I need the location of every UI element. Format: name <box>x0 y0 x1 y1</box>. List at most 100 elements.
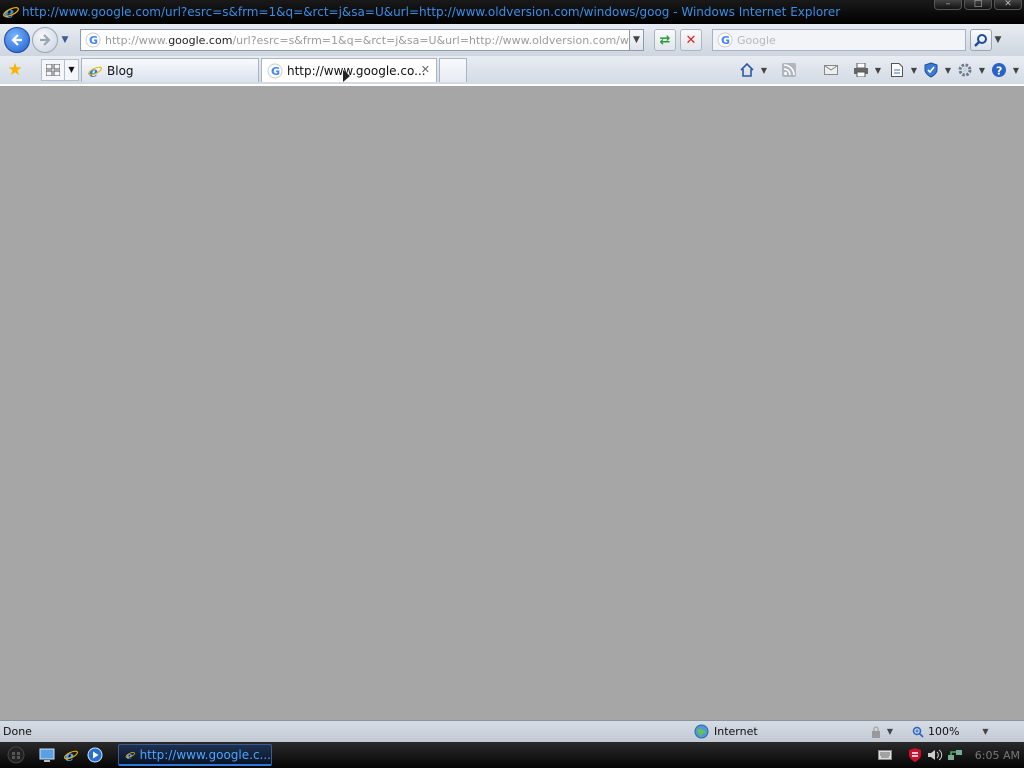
star-icon: ★ <box>7 60 23 80</box>
minimize-button[interactable]: – <box>934 0 962 10</box>
print-button[interactable] <box>850 59 872 81</box>
search-button[interactable] <box>970 29 992 51</box>
feeds-button[interactable] <box>778 59 800 81</box>
arrow-right-icon <box>40 34 51 46</box>
refresh-icon: ⇄ <box>659 32 671 48</box>
chevron-down-icon: ▼ <box>61 35 69 45</box>
chevron-down-icon: ▼ <box>910 65 918 75</box>
svg-text:G: G <box>271 65 280 78</box>
show-desktop-button[interactable] <box>38 746 56 764</box>
globe-icon <box>694 724 709 739</box>
print-dropdown[interactable]: ▼ <box>872 66 884 75</box>
tools-menu-button[interactable] <box>954 59 976 81</box>
search-placeholder: Google <box>737 33 776 47</box>
taskbar-window-label: http://www.google.c... <box>139 747 271 762</box>
security-shield-icon[interactable] <box>907 747 923 763</box>
quick-tabs-button[interactable] <box>41 59 65 81</box>
help-dropdown[interactable]: ▼ <box>1010 66 1022 75</box>
address-domain: google.com <box>168 33 233 47</box>
grid-icon <box>46 64 60 76</box>
address-dropdown[interactable]: ▼ <box>630 29 644 51</box>
svg-text:G: G <box>89 34 98 47</box>
forward-button[interactable] <box>32 27 58 53</box>
volume-icon[interactable] <box>927 747 943 763</box>
printer-icon <box>854 63 868 77</box>
network-icon[interactable] <box>947 747 963 763</box>
tab-bar: ★ ▼ e Blog G http://www.google.co... ✕ ▼ <box>0 56 1024 86</box>
refresh-button[interactable]: ⇄ <box>654 29 676 51</box>
window-title: http://www.google.com/url?esrc=s&frm=1&q… <box>22 5 841 19</box>
maximize-button[interactable]: □ <box>964 0 992 10</box>
media-player-launch[interactable] <box>86 746 104 764</box>
favorites-center-button[interactable]: ★ <box>5 60 25 80</box>
ie-icon: e <box>64 749 78 763</box>
gear-icon <box>958 63 972 77</box>
page-menu-button[interactable] <box>886 59 908 81</box>
shield-icon <box>924 62 938 78</box>
system-tray: 6:05 AM <box>877 742 1020 768</box>
desktop-icon <box>39 748 55 762</box>
svg-text:?: ? <box>996 65 1002 78</box>
chevron-down-icon: ▼ <box>874 65 882 75</box>
page-dropdown[interactable]: ▼ <box>908 66 920 75</box>
ie-icon: e <box>88 65 102 79</box>
security-zone[interactable]: Internet <box>688 724 868 739</box>
ie-icon: e <box>3 3 19 21</box>
google-icon: G <box>717 32 733 48</box>
popup-blocker-button[interactable] <box>868 721 884 743</box>
address-path: /url?esrc=s&frm=1&q=&rct=j&sa=U&url=http… <box>232 33 630 47</box>
stop-button[interactable]: ✕ <box>680 29 702 51</box>
home-button[interactable] <box>736 59 758 81</box>
chevron-down-icon: ▼ <box>978 65 986 75</box>
taskbar-ie-window[interactable]: e http://www.google.c... <box>118 744 272 766</box>
zoom-dropdown[interactable]: ▼ <box>979 727 991 736</box>
address-prefix: http://www. <box>105 33 169 47</box>
chevron-down-icon: ▼ <box>760 65 768 75</box>
windows-logo-icon <box>7 746 25 764</box>
clock[interactable]: 6:05 AM <box>975 749 1020 762</box>
home-icon <box>740 62 754 77</box>
close-button[interactable]: ✕ <box>994 0 1022 10</box>
chevron-down-icon: ▼ <box>886 727 894 736</box>
internet-explorer-launch[interactable]: e <box>62 746 80 764</box>
history-dropdown[interactable]: ▼ <box>58 35 72 45</box>
tools-dropdown[interactable]: ▼ <box>976 66 988 75</box>
back-button[interactable] <box>4 27 30 53</box>
help-button[interactable]: ? <box>988 59 1010 81</box>
zone-label: Internet <box>714 725 758 738</box>
close-icon: ✕ <box>685 32 697 48</box>
mail-button[interactable] <box>820 59 842 81</box>
chevron-down-icon: ▼ <box>944 65 952 75</box>
new-tab-button[interactable] <box>439 58 467 82</box>
svg-text:G: G <box>721 34 730 47</box>
tab-blog[interactable]: e Blog <box>81 58 259 82</box>
tab-close-button[interactable]: ✕ <box>421 63 430 76</box>
rss-icon <box>782 63 796 77</box>
tab-label: Blog <box>107 63 134 78</box>
home-dropdown[interactable]: ▼ <box>758 66 770 75</box>
tab-list-dropdown[interactable]: ▼ <box>65 59 79 81</box>
tab-label: http://www.google.co... <box>287 63 426 78</box>
help-icon: ? <box>992 63 1006 78</box>
zoom-control[interactable]: 100% <box>912 725 959 738</box>
ie-icon: e <box>125 750 135 761</box>
search-options-dropdown[interactable]: ▼ <box>992 35 1004 45</box>
play-icon <box>87 747 103 763</box>
page-content-area[interactable] <box>0 88 1024 720</box>
keyboard-icon[interactable] <box>877 747 893 763</box>
mouse-cursor-icon <box>343 70 350 82</box>
navigation-bar: ▼ G http://www. google.com/url?esrc=s&frm… <box>0 24 1024 56</box>
command-bar: ▼ ▼ ▼ ▼ ▼ ? ▼ <box>736 56 1024 84</box>
chevron-down-icon: ▼ <box>982 727 989 736</box>
protected-mode-dropdown[interactable]: ▼ <box>884 727 896 736</box>
chevron-down-icon: ▼ <box>1012 65 1020 75</box>
address-bar[interactable]: G http://www. google.com/url?esrc=s&frm=1… <box>80 29 630 51</box>
safety-menu-button[interactable] <box>920 59 942 81</box>
safety-dropdown[interactable]: ▼ <box>942 66 954 75</box>
zoom-icon <box>912 726 924 738</box>
search-box[interactable]: G Google <box>712 29 966 51</box>
page-icon <box>891 63 903 77</box>
chevron-down-icon: ▼ <box>994 35 1002 45</box>
start-button[interactable] <box>0 742 32 768</box>
chevron-down-icon: ▼ <box>633 35 640 45</box>
